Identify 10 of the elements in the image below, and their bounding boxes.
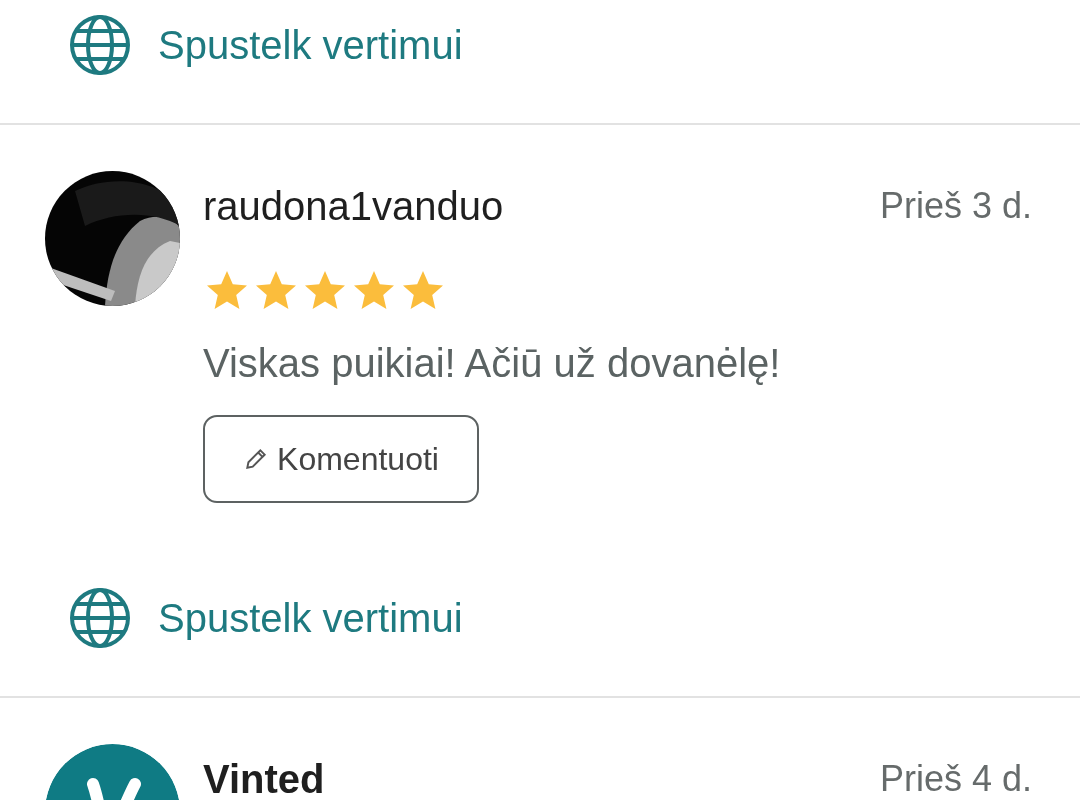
- review-time: Prieš 4 d.: [879, 757, 1032, 800]
- globe-icon: [69, 14, 131, 76]
- comment-button[interactable]: Komentuoti: [203, 415, 479, 503]
- username[interactable]: Vinted: [203, 754, 325, 800]
- translate-link[interactable]: Spustelk vertimui: [158, 10, 463, 80]
- username[interactable]: raudona1vanduo: [203, 181, 504, 231]
- review-time: Prieš 3 d.: [879, 184, 1032, 228]
- translate-link[interactable]: Spustelk vertimui: [158, 583, 463, 653]
- review-text: Viskas puikiai! Ačiū už dovanėlę!: [203, 340, 781, 387]
- globe-icon: [69, 587, 131, 649]
